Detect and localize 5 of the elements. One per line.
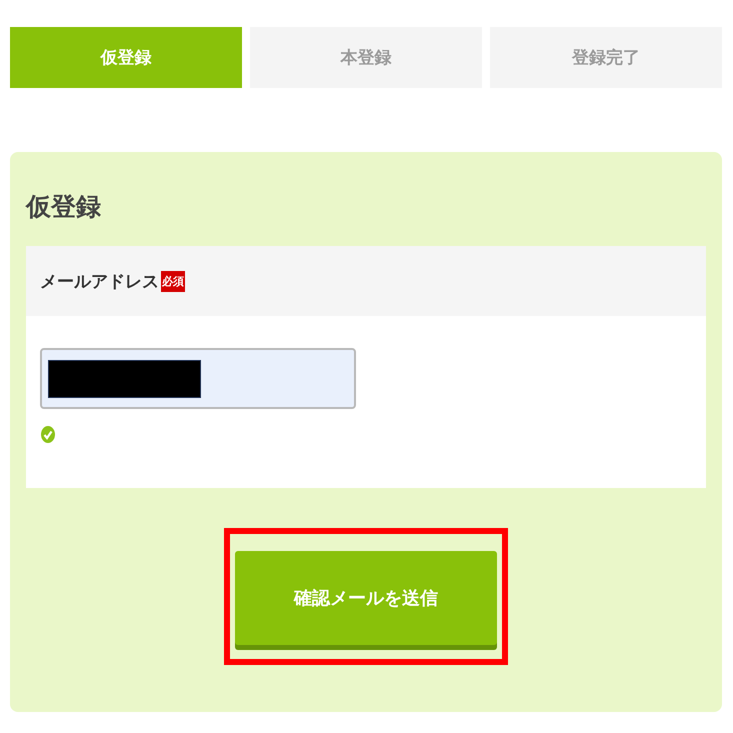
required-badge: 必須 — [161, 270, 185, 292]
field-label: メールアドレス — [40, 270, 159, 292]
send-button[interactable]: 確認メールを送信 — [235, 551, 497, 645]
email-field[interactable] — [40, 348, 356, 409]
form-title: 仮登録 — [26, 192, 102, 222]
